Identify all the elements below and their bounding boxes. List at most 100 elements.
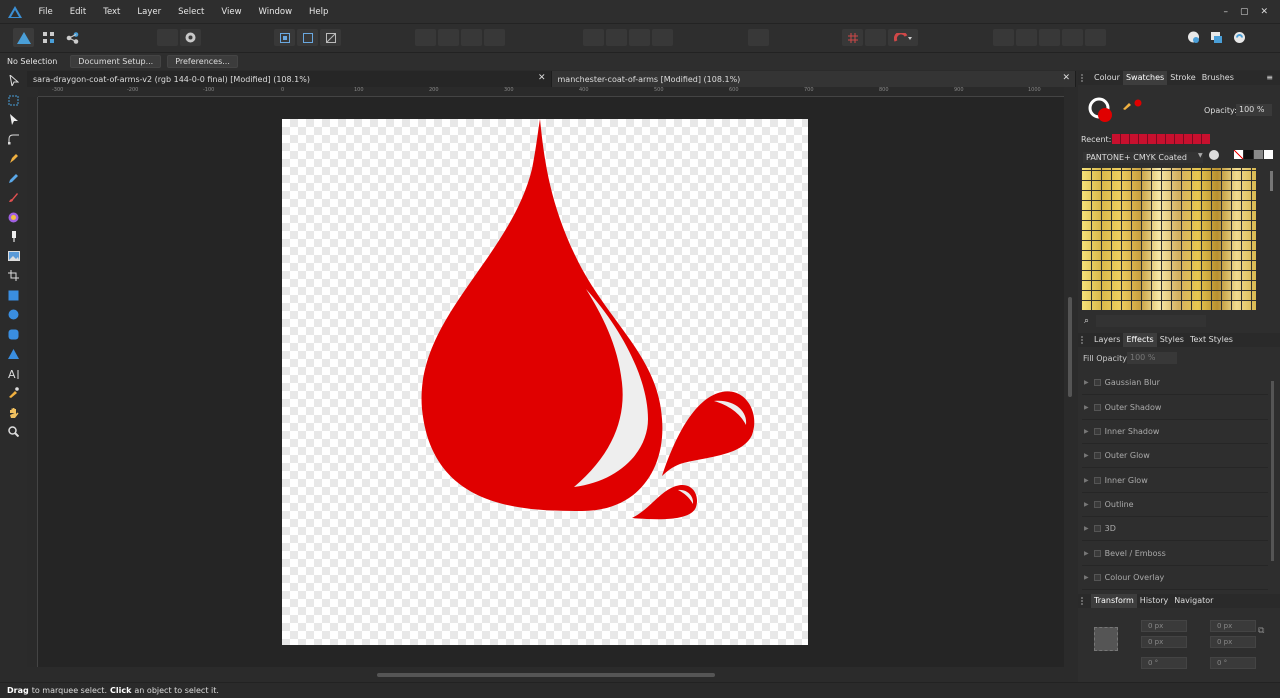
scrollbar-thumb[interactable] [377,673,715,677]
studio-button-2[interactable] [1206,29,1227,46]
corner-tool[interactable] [0,130,27,150]
arrange-button-3[interactable] [461,29,482,46]
effect-checkbox[interactable] [1093,574,1101,581]
zoom-tool[interactable] [0,422,27,442]
arrange-button-1[interactable] [415,29,436,46]
tab-manchester[interactable]: manchester-coat-of-arms [Modified] (108.… [551,71,1076,87]
preferences-button[interactable]: Preferences... [167,55,238,68]
close-window-button[interactable]: ✕ [1260,7,1268,17]
crop-tool[interactable] [0,266,27,286]
document-setup-button[interactable]: Document Setup... [70,55,162,68]
expand-icon[interactable]: ▶ [1084,550,1089,557]
boolean-divide-button[interactable] [1085,29,1106,46]
boolean-add-button[interactable] [993,29,1014,46]
black-swatch[interactable] [1244,150,1253,159]
fill-tool[interactable] [0,208,27,228]
pixel-view-button[interactable] [297,29,318,46]
panel-menu-icon[interactable]: ≡ [1263,71,1276,85]
vertical-ruler[interactable] [27,97,38,667]
effect-outline[interactable]: ▶ Outline [1082,493,1268,517]
triangle-tool[interactable] [0,344,27,364]
menu-layer[interactable]: Layer [129,7,170,17]
expand-icon[interactable]: ▶ [1084,379,1089,386]
expand-icon[interactable]: ▶ [1084,525,1089,532]
width-field[interactable]: 0 px [1210,620,1256,632]
close-tab-button[interactable]: ✕ [1062,73,1070,83]
flip-button-3[interactable] [629,29,650,46]
tab-effects[interactable]: Effects [1123,333,1157,347]
palette-select[interactable]: PANTONE+ CMYK Coated [1083,152,1203,163]
transparency-tool[interactable] [0,227,27,247]
effect-inner-shadow[interactable]: ▶ Inner Shadow [1082,420,1268,444]
effect-checkbox[interactable] [1093,525,1101,532]
restore-button[interactable]: ▢ [1240,7,1249,17]
fill-opacity-field[interactable]: 100 % [1127,352,1177,364]
effect-inner-glow[interactable]: ▶ Inner Glow [1082,469,1268,493]
effect-checkbox[interactable] [1093,477,1101,484]
panel-grip[interactable] [1081,74,1086,82]
boolean-xor-button[interactable] [1062,29,1083,46]
tab-text-styles[interactable]: Text Styles [1187,333,1236,347]
tab-history[interactable]: History [1137,594,1171,608]
menu-view[interactable]: View [213,7,250,17]
boolean-intersect-button[interactable] [1039,29,1060,46]
tab-sara-draygon[interactable]: sara-draygon-coat-of-arms-v2 (rgb 144-0-… [27,71,552,87]
magnet-snapping-button[interactable] [888,29,918,46]
menu-window[interactable]: Window [250,7,301,17]
swatch-search-input[interactable] [1096,315,1206,327]
menu-help[interactable]: Help [301,7,337,17]
blood-drop-artwork[interactable] [282,119,808,645]
expand-icon[interactable]: ▶ [1084,574,1089,581]
palette-options-icon[interactable] [1209,150,1219,160]
opacity-field[interactable]: 100 % [1236,104,1272,116]
assistant-tool-button[interactable] [180,29,201,46]
tab-styles[interactable]: Styles [1157,333,1187,347]
effects-scrollbar[interactable] [1271,381,1274,561]
pencil-tool[interactable] [0,169,27,189]
tab-colour[interactable]: Colour [1091,71,1123,85]
x-field[interactable]: 0 px [1141,620,1187,632]
rectangle-tool[interactable] [0,286,27,306]
link-icon[interactable]: ⧉ [1258,626,1264,636]
expand-icon[interactable]: ▶ [1084,428,1089,435]
insert-button[interactable] [865,29,886,46]
effect-colour-overlay[interactable]: ▶ Colour Overlay [1082,566,1268,590]
splash-drop-large[interactable] [662,391,755,476]
arrange-button-2[interactable] [438,29,459,46]
node-tool[interactable] [0,110,27,130]
none-swatch[interactable] [1234,150,1243,159]
designer-persona-button[interactable] [13,28,34,47]
menu-text[interactable]: Text [95,7,129,17]
splash-drop-small[interactable] [632,484,698,520]
anchor-selector[interactable] [1094,627,1118,651]
effect-checkbox[interactable] [1093,379,1101,386]
align-button[interactable] [748,29,769,46]
white-swatch[interactable] [1264,150,1273,159]
rotation-field[interactable]: 0 ° [1141,657,1187,669]
tab-navigator[interactable]: Navigator [1171,594,1216,608]
artboard-tool[interactable] [0,91,27,111]
color-picker-tool[interactable] [0,383,27,403]
menu-select[interactable]: Select [170,7,213,17]
boolean-subtract-button[interactable] [1016,29,1037,46]
vector-brush-tool[interactable] [0,188,27,208]
height-field[interactable]: 0 px [1210,636,1256,648]
recent-swatches[interactable] [1112,134,1210,144]
vertical-scrollbar[interactable] [1064,87,1076,667]
horizontal-scrollbar[interactable] [27,667,1064,681]
effect-gaussian-blur[interactable]: ▶ Gaussian Blur [1082,371,1268,395]
artboard[interactable] [282,119,808,645]
tab-stroke[interactable]: Stroke [1167,71,1199,85]
fill-stroke-well[interactable] [1088,96,1116,124]
effect-outer-shadow[interactable]: ▶ Outer Shadow [1082,396,1268,420]
arrange-button-4[interactable] [484,29,505,46]
swatch-scrollbar[interactable] [1270,171,1273,191]
y-field[interactable]: 0 px [1141,636,1187,648]
effect-checkbox[interactable] [1093,404,1101,411]
snapping-button[interactable] [320,29,341,46]
menu-file[interactable]: File [30,7,61,17]
tab-brushes[interactable]: Brushes [1199,71,1237,85]
place-image-tool[interactable] [0,247,27,267]
panel-grip[interactable] [1081,336,1086,344]
effect-outer-glow[interactable]: ▶ Outer Glow [1082,444,1268,468]
